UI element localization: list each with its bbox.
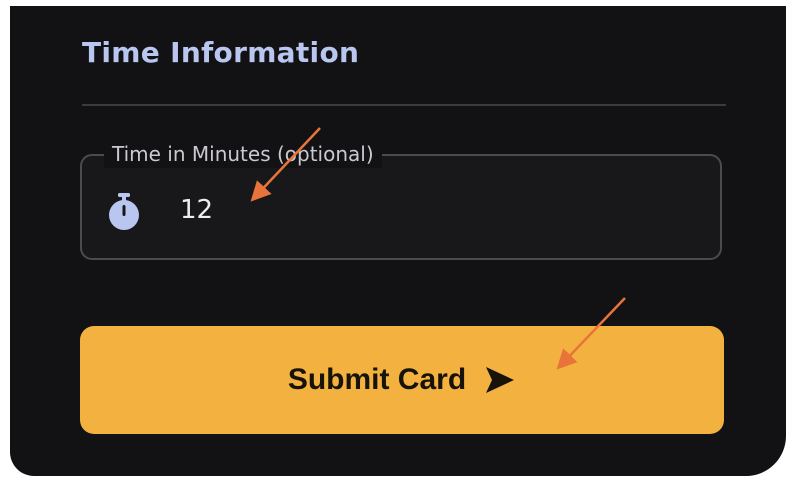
time-minutes-value[interactable]: 12 — [180, 192, 213, 228]
submit-card-label: Submit Card — [287, 363, 467, 396]
stopwatch-icon — [106, 192, 142, 232]
submit-card-button[interactable]: Submit Card — [80, 326, 724, 434]
section-divider — [82, 104, 726, 106]
form-panel: Time Information Time in Minutes (option… — [10, 6, 786, 476]
time-minutes-field[interactable]: Time in Minutes (optional) 12 — [80, 140, 722, 260]
section-title: Time Information — [82, 36, 360, 69]
send-icon — [484, 365, 516, 395]
time-minutes-label: Time in Minutes (optional) — [104, 140, 382, 168]
